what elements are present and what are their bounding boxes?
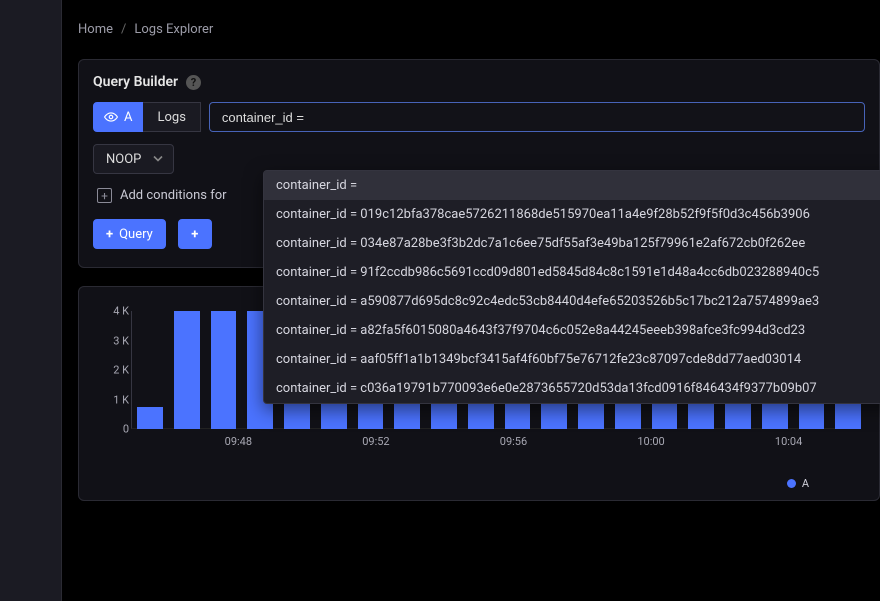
x-tick: 10:00	[637, 435, 664, 448]
suggestion-item[interactable]: container_id = a82fa5f6015080a4643f37f97…	[264, 316, 880, 345]
y-tick: 4 K	[113, 305, 129, 318]
source-select-logs[interactable]: Logs	[143, 102, 200, 132]
filter-suggestions-dropdown: container_id = container_id = 019c12bfa3…	[263, 170, 880, 404]
x-tick: 09:56	[500, 435, 527, 448]
x-tick: 09:48	[225, 435, 252, 448]
suggestion-item[interactable]: container_id = 019c12bfa378cae5726211868…	[264, 200, 880, 229]
y-tick: 0	[123, 423, 129, 436]
nav-rail[interactable]	[0, 0, 62, 601]
breadcrumb-sep: /	[121, 22, 126, 37]
bar[interactable]	[137, 407, 163, 429]
add-button[interactable]: +	[178, 219, 212, 249]
suggestion-item[interactable]: container_id = c036a19791b770093e6e0e287…	[264, 374, 880, 403]
x-tick: 09:52	[362, 435, 389, 448]
breadcrumb-home[interactable]: Home	[78, 22, 113, 37]
bar[interactable]	[211, 311, 237, 429]
aggregate-select[interactable]: NOOP	[93, 144, 174, 174]
run-query-label: Query	[119, 227, 153, 242]
query-toggle-a[interactable]: A	[93, 102, 143, 132]
legend-label: A	[802, 477, 809, 490]
suggestion-item[interactable]: container_id = a590877d695dc8c92c4edc53c…	[264, 287, 880, 316]
source-label: Logs	[157, 110, 185, 125]
plus-icon: +	[191, 227, 198, 242]
aggregate-select-value: NOOP	[106, 152, 141, 167]
legend-swatch	[787, 479, 796, 488]
breadcrumb: Home / Logs Explorer	[62, 0, 880, 59]
query-builder-title: Query Builder ?	[93, 74, 865, 90]
add-conditions-label: Add conditions for	[120, 188, 227, 203]
main-content: Home / Logs Explorer Query Builder ? A L…	[62, 0, 880, 601]
x-tick: 10:04	[775, 435, 802, 448]
suggestion-item[interactable]: container_id = aaf05ff1a1b1349bcf3415af4…	[264, 345, 880, 374]
help-icon[interactable]: ?	[186, 75, 201, 90]
breadcrumb-current: Logs Explorer	[134, 22, 213, 37]
suggestion-item[interactable]: container_id =	[264, 171, 880, 200]
y-tick: 3 K	[113, 334, 129, 347]
chevron-down-icon	[153, 152, 163, 167]
run-query-button[interactable]: + Query	[93, 219, 166, 249]
y-tick: 1 K	[113, 393, 129, 406]
query-label: A	[124, 110, 132, 125]
filter-input-wrap	[209, 102, 865, 132]
y-axis: 4 K 3 K 2 K 1 K 0	[101, 311, 129, 429]
bar[interactable]	[174, 311, 200, 429]
plus-square-icon: +	[97, 188, 112, 203]
y-tick: 2 K	[113, 364, 129, 377]
plus-icon: +	[106, 227, 113, 242]
eye-icon	[104, 112, 118, 122]
suggestion-item[interactable]: container_id = 034e87a28be3f3b2dc7a1c6ee…	[264, 229, 880, 258]
chart-legend: A	[787, 477, 809, 490]
suggestion-item[interactable]: container_id = 91f2ccdb986c5691ccd09d801…	[264, 258, 880, 287]
query-builder-title-text: Query Builder	[93, 74, 178, 90]
filter-input[interactable]	[222, 103, 852, 131]
